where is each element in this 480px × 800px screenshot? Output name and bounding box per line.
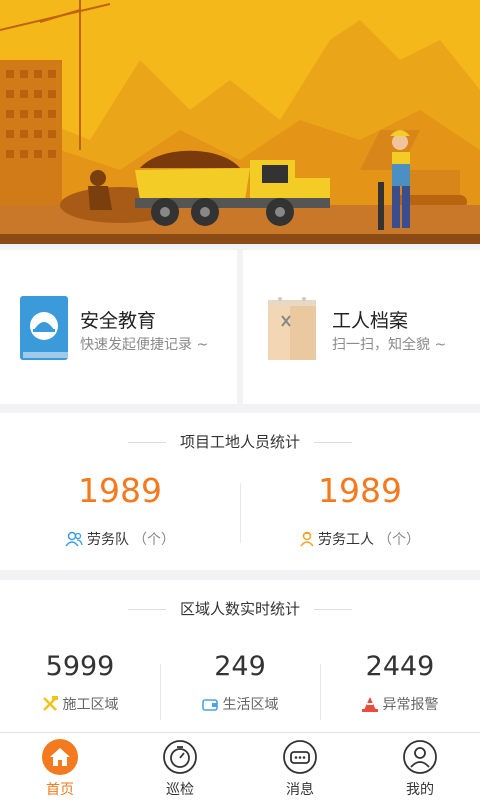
area-stats-panel: 区域人数实时统计 5999 施工区域 249 生活区域 2449 异常报警 bbox=[0, 580, 480, 732]
safety-education-book-icon bbox=[20, 296, 68, 360]
tab-profile-label: 我的 bbox=[406, 782, 434, 798]
abnormal-alarm-count: 2449 bbox=[365, 651, 435, 682]
safety-education-title: 安全教育 bbox=[80, 310, 157, 332]
construction-site-illustration bbox=[0, 0, 480, 244]
abnormal-alarm-stat[interactable]: 2449 异常报警 bbox=[320, 650, 480, 714]
construction-area-count: 5999 bbox=[45, 651, 115, 682]
labor-team-label: 劳务队 bbox=[87, 532, 129, 548]
message-icon bbox=[283, 740, 317, 774]
feature-cards: 安全教育 快速发起便捷记录 ~ 工人档案 扫一扫，知全貌 ~ bbox=[0, 250, 480, 404]
worker-file-card[interactable]: 工人档案 扫一扫，知全貌 ~ bbox=[243, 250, 480, 404]
safety-education-card[interactable]: 安全教育 快速发起便捷记录 ~ bbox=[0, 250, 237, 404]
divider bbox=[127, 609, 166, 610]
abnormal-alarm-label: 异常报警 bbox=[382, 697, 439, 713]
bottom-tab-bar: 首页 巡检 消息 我的 bbox=[0, 732, 480, 800]
tab-messages[interactable]: 消息 bbox=[240, 733, 360, 800]
banner-illustration bbox=[0, 0, 480, 244]
worker-file-subtitle: 扫一扫，知全貌 ~ bbox=[332, 337, 447, 353]
worker-file-icon bbox=[268, 297, 316, 360]
area-stats-title: 区域人数实时统计 bbox=[179, 600, 300, 618]
living-area-label: 生活区域 bbox=[222, 697, 279, 713]
living-area-label-row: 生活区域 bbox=[160, 694, 320, 714]
home-icon bbox=[42, 739, 78, 775]
construction-area-label: 施工区域 bbox=[62, 697, 119, 713]
labor-team-count: 1989 bbox=[78, 471, 162, 510]
construction-area-icon bbox=[42, 696, 58, 711]
tab-profile[interactable]: 我的 bbox=[360, 733, 480, 800]
living-area-stat[interactable]: 249 生活区域 bbox=[160, 650, 320, 714]
tab-messages-label: 消息 bbox=[286, 782, 314, 798]
living-area-count: 249 bbox=[214, 651, 266, 682]
tab-inspection[interactable]: 巡检 bbox=[120, 733, 240, 800]
project-stats-panel: 项目工地人员统计 1989 劳务队 （个） 1989 劳务工人 （个） bbox=[0, 413, 480, 570]
living-area-icon bbox=[201, 699, 218, 711]
worker-file-title: 工人档案 bbox=[332, 310, 409, 332]
tab-inspection-label: 巡检 bbox=[166, 782, 194, 798]
divider bbox=[127, 442, 166, 443]
tab-home[interactable]: 首页 bbox=[0, 733, 120, 800]
safety-education-subtitle: 快速发起便捷记录 ~ bbox=[80, 337, 209, 353]
labor-worker-label: 劳务工人 bbox=[318, 532, 374, 548]
tab-home-label: 首页 bbox=[46, 782, 74, 798]
abnormal-alarm-label-row: 异常报警 bbox=[320, 694, 480, 714]
team-icon bbox=[65, 531, 83, 547]
construction-area-label-row: 施工区域 bbox=[0, 694, 160, 714]
labor-worker-stat[interactable]: 1989 劳务工人 （个） bbox=[240, 471, 480, 549]
alarm-icon bbox=[361, 697, 378, 712]
area-stats-heading: 区域人数实时统计 bbox=[0, 598, 480, 619]
labor-worker-unit: （个） bbox=[378, 532, 420, 548]
labor-team-unit: （个） bbox=[133, 532, 175, 548]
profile-icon bbox=[403, 740, 437, 774]
divider bbox=[314, 609, 352, 610]
project-stats-title: 项目工地人员统计 bbox=[179, 433, 300, 451]
labor-team-label-row: 劳务队 （个） bbox=[0, 529, 240, 549]
labor-team-stat[interactable]: 1989 劳务队 （个） bbox=[0, 471, 240, 549]
project-stats-heading: 项目工地人员统计 bbox=[0, 431, 480, 452]
worker-icon bbox=[300, 531, 314, 547]
construction-area-stat[interactable]: 5999 施工区域 bbox=[0, 650, 160, 714]
divider bbox=[314, 442, 352, 443]
inspection-timer-icon bbox=[163, 740, 197, 774]
labor-worker-label-row: 劳务工人 （个） bbox=[240, 529, 480, 549]
labor-worker-count: 1989 bbox=[318, 471, 402, 510]
